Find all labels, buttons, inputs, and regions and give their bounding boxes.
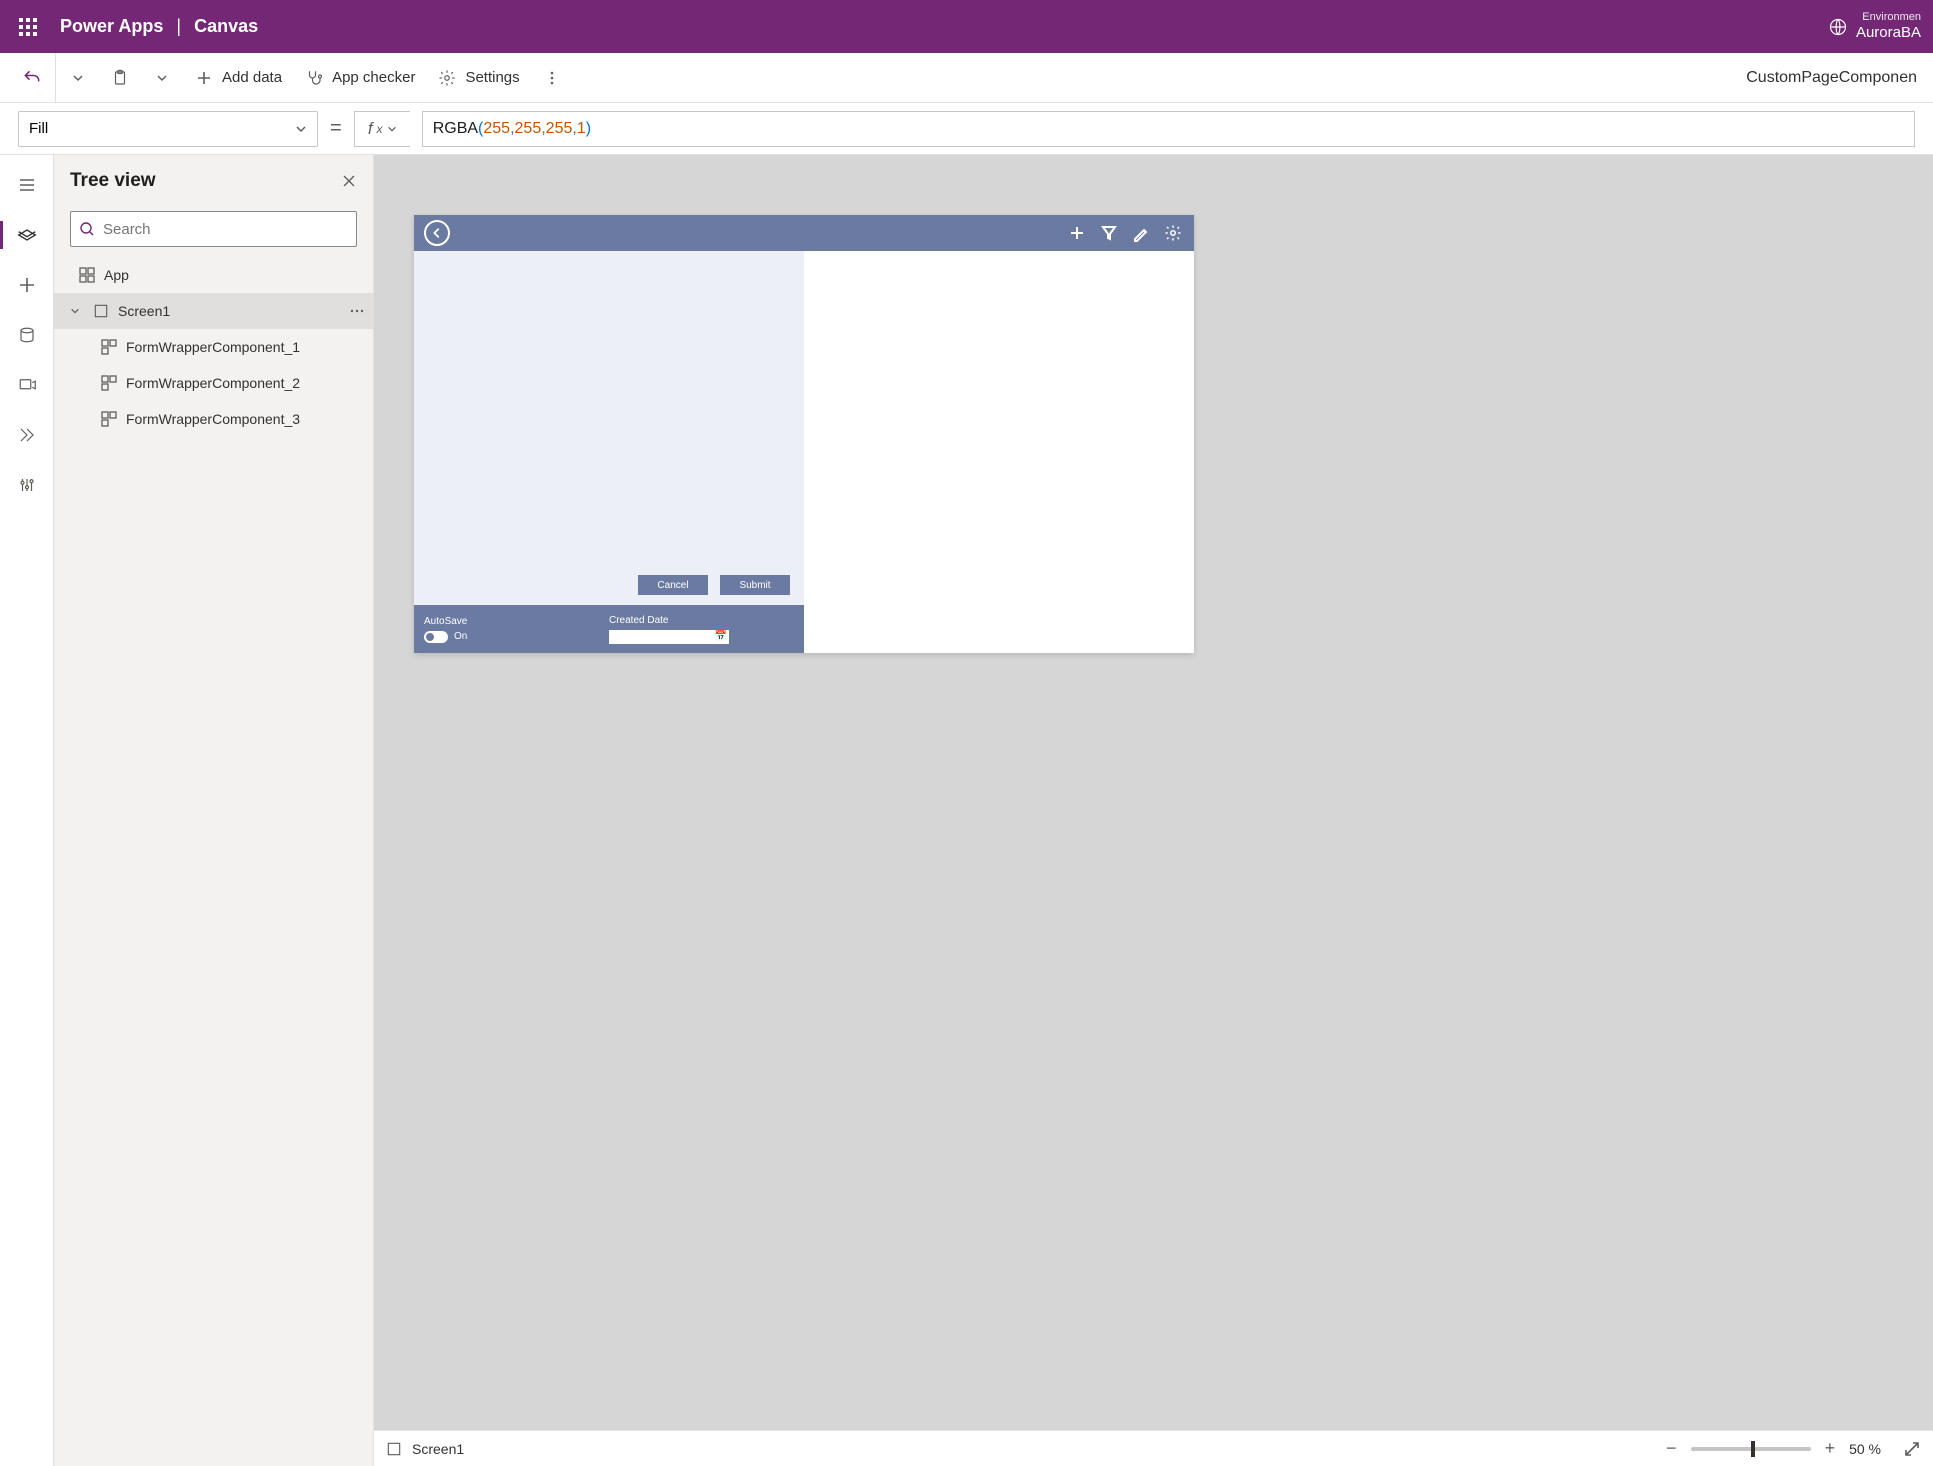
tree-node-component[interactable]: FormWrapperComponent_3 — [54, 401, 373, 437]
tree-node-app[interactable]: App — [54, 257, 373, 293]
brand-title: Power Apps | Canvas — [60, 16, 258, 37]
created-date-label: Created Date — [609, 615, 794, 626]
canvas-stage[interactable]: Cancel Submit AutoSave On Created Date — [374, 155, 1933, 1430]
undo-dropdown[interactable] — [58, 72, 98, 84]
autosave-toggle[interactable] — [424, 631, 448, 643]
tree-search[interactable] — [70, 211, 357, 247]
zoom-control: − + 50 % — [1662, 1438, 1921, 1459]
component-icon — [100, 410, 118, 428]
formula-bar: Fill = fx RGBA(255, 255, 255, 1) — [0, 103, 1933, 155]
chevron-down-icon — [295, 123, 307, 135]
property-selector[interactable]: Fill — [18, 111, 318, 147]
app-icon — [78, 266, 96, 284]
rail-tree-view[interactable] — [5, 213, 49, 257]
tree-node-label: FormWrapperComponent_2 — [126, 375, 300, 391]
undo-button[interactable] — [8, 53, 56, 103]
tree-search-input[interactable] — [103, 221, 348, 238]
status-bar: Screen1 − + 50 % — [374, 1430, 1933, 1466]
form-area[interactable] — [414, 251, 804, 565]
app-file-name: CustomPageComponen — [1746, 69, 1925, 87]
tree-node-label: FormWrapperComponent_1 — [126, 339, 300, 355]
rail-insert[interactable] — [5, 263, 49, 307]
rail-data[interactable] — [5, 313, 49, 357]
tree-view-panel: Tree view App Screen1 — [54, 155, 374, 1466]
screen-icon — [386, 1441, 402, 1457]
equals-sign: = — [330, 117, 342, 140]
env-name: AuroraBA — [1856, 24, 1921, 42]
filter-icon[interactable] — [1098, 222, 1120, 244]
edit-icon[interactable] — [1130, 222, 1152, 244]
screen-footer: AutoSave On Created Date 📅 — [414, 605, 804, 653]
command-bar: Add data App checker Settings CustomPage… — [0, 53, 1933, 103]
zoom-in-button[interactable]: + — [1821, 1438, 1840, 1459]
autosave-label: AutoSave — [424, 616, 609, 627]
waffle-icon[interactable] — [12, 11, 44, 43]
screen-body: Cancel Submit — [414, 251, 804, 605]
autosave-value: On — [454, 631, 467, 642]
submit-button[interactable]: Submit — [720, 575, 790, 595]
zoom-value: 50 — [1849, 1441, 1865, 1457]
tree-node-label: App — [104, 267, 129, 283]
canvas-area: Cancel Submit AutoSave On Created Date — [374, 155, 1933, 1466]
fx-button[interactable]: fx — [354, 111, 410, 147]
zoom-slider[interactable] — [1691, 1447, 1811, 1451]
chevron-down-icon — [387, 124, 397, 134]
screen-icon — [92, 302, 110, 320]
screen-appbar — [414, 215, 1194, 251]
formula-input[interactable]: RGBA(255, 255, 255, 1) — [422, 111, 1915, 147]
property-name: Fill — [29, 120, 48, 137]
add-icon[interactable] — [1066, 222, 1088, 244]
status-screen-name: Screen1 — [412, 1441, 464, 1457]
environment-picker[interactable]: Environmen AuroraBA — [1828, 11, 1921, 42]
env-label: Environmen — [1856, 11, 1921, 24]
back-button[interactable] — [424, 220, 450, 246]
tree-node-label: FormWrapperComponent_3 — [126, 411, 300, 427]
tree-node-label: Screen1 — [118, 303, 170, 319]
fit-to-window-button[interactable] — [1903, 1440, 1921, 1458]
left-rail — [0, 155, 54, 1466]
tree-view-title: Tree view — [70, 170, 156, 192]
rail-media[interactable] — [5, 363, 49, 407]
tree-node-component[interactable]: FormWrapperComponent_1 — [54, 329, 373, 365]
brand-app: Power Apps — [60, 16, 163, 36]
brand-section: Canvas — [194, 16, 258, 36]
globe-icon — [1828, 17, 1848, 37]
rail-power-automate[interactable] — [5, 413, 49, 457]
tree-node-screen1[interactable]: Screen1 — [54, 293, 373, 329]
calendar-icon: 📅 — [715, 631, 727, 642]
component-icon — [100, 338, 118, 356]
settings-label: Settings — [465, 69, 519, 86]
app-checker-button[interactable]: App checker — [294, 62, 425, 94]
add-data-button[interactable]: Add data — [184, 62, 292, 94]
cancel-button[interactable]: Cancel — [638, 575, 708, 595]
paste-button[interactable] — [100, 62, 140, 94]
zoom-unit: % — [1869, 1441, 1881, 1457]
more-commands-button[interactable] — [532, 62, 572, 94]
rail-hamburger[interactable] — [5, 163, 49, 207]
settings-gear-icon[interactable] — [1162, 222, 1184, 244]
created-date-input[interactable]: 📅 — [609, 630, 729, 644]
more-vertical-icon — [542, 68, 562, 88]
tree-node-component[interactable]: FormWrapperComponent_2 — [54, 365, 373, 401]
formula-fn: RGBA — [433, 120, 478, 138]
add-data-label: Add data — [222, 69, 282, 86]
app-header: Power Apps | Canvas Environmen AuroraBA — [0, 0, 1933, 53]
gear-icon — [437, 68, 457, 88]
search-icon — [79, 221, 95, 237]
plus-icon — [194, 68, 214, 88]
zoom-out-button[interactable]: − — [1662, 1438, 1681, 1459]
component-icon — [100, 374, 118, 392]
tree-toggle[interactable] — [70, 306, 84, 316]
canvas-screen[interactable]: Cancel Submit AutoSave On Created Date — [414, 215, 1194, 653]
settings-button[interactable]: Settings — [427, 62, 529, 94]
close-panel-button[interactable] — [341, 173, 357, 189]
rail-advanced-tools[interactable] — [5, 463, 49, 507]
tree-node-more[interactable] — [349, 303, 365, 319]
clipboard-icon — [110, 68, 130, 88]
paste-dropdown[interactable] — [142, 72, 182, 84]
app-checker-label: App checker — [332, 69, 415, 86]
brand-separator: | — [176, 16, 181, 36]
stethoscope-icon — [304, 68, 324, 88]
